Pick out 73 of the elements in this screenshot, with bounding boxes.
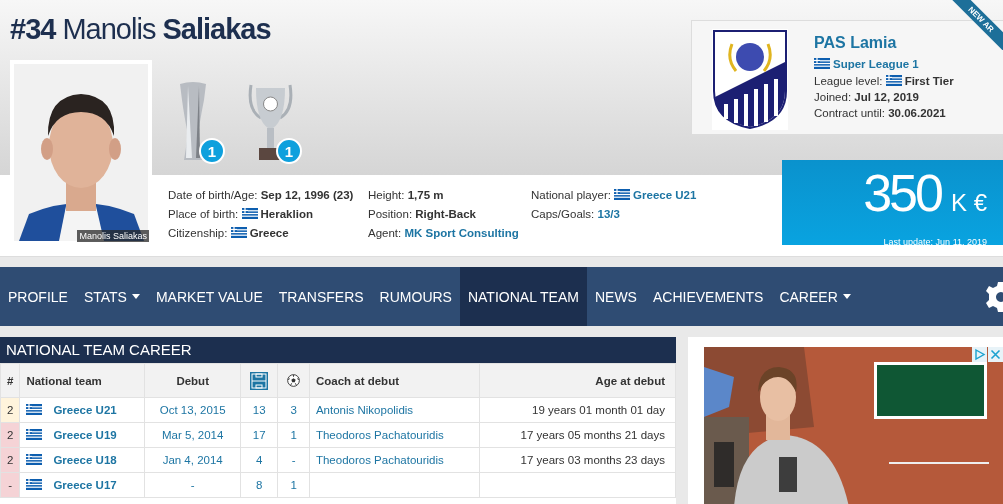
photo-caption: Manolis Saliakas [77, 230, 149, 242]
table-cell: 4 [240, 447, 278, 473]
column-header: Debut [144, 363, 241, 398]
info-field: Height: 1,75 m [368, 187, 531, 203]
table-cell: 17 years 03 months 23 days [479, 447, 676, 473]
flag-icon [26, 404, 43, 415]
table-cell: 13 [240, 397, 278, 423]
info-field: Citizenship: Greece [168, 225, 368, 241]
table-cell: 2 [0, 397, 20, 423]
flag-icon [614, 189, 631, 200]
info-field: National player: Greece U21 [531, 187, 731, 203]
table-cell: 17 years 05 months 21 days [479, 422, 676, 448]
trophy-icon [180, 82, 206, 160]
nav-tab[interactable]: TRANSFERS [270, 267, 372, 326]
club-crest-icon [712, 29, 788, 130]
info-field: Contract until: 30.06.2021 [814, 105, 954, 121]
column-header: Age at debut [479, 363, 676, 398]
flag-icon [26, 479, 43, 490]
ball-icon [287, 374, 301, 388]
flag-icon [26, 454, 43, 465]
market-value: 350 K € [863, 166, 987, 224]
info-field: Date of birth/Age: Sep 12, 1996 (23) [168, 187, 368, 203]
table-cell: 8 [240, 472, 278, 498]
table-cell: 2 [0, 447, 20, 473]
info-field: League level: First Tier [814, 73, 954, 89]
player-name: #34 Manolis Saliakas [10, 13, 272, 47]
table-cell: 1 [277, 422, 310, 448]
table-cell: 2 [0, 422, 20, 448]
table-cell: 17 [240, 422, 278, 448]
table-cell: - [0, 472, 20, 498]
league-link[interactable]: Super League 1 [814, 55, 954, 73]
table-cell: Oct 13, 2015 [144, 397, 241, 423]
coach-link[interactable]: Theodoros Pachatouridis [309, 447, 480, 473]
info-field: Joined: Jul 12, 2019 [814, 89, 954, 105]
club-name[interactable]: PAS Lamia [814, 31, 954, 55]
coach-link[interactable]: Antonis Nikopolidis [309, 397, 480, 423]
nav-tab[interactable]: NEWS [586, 267, 645, 326]
caret-icon [842, 294, 851, 299]
column-header: # [0, 363, 20, 398]
table-cell: 1 [277, 472, 310, 498]
nav-tab[interactable]: ACHIEVEMENTS [644, 267, 772, 326]
close-icon[interactable] [988, 347, 1003, 362]
info-field: Agent: MK Sport Consulting [368, 225, 531, 241]
coach-link[interactable]: Theodoros Pachatouridis [309, 422, 480, 448]
count-badge: 1 [276, 138, 302, 164]
table-cell: 3 [277, 397, 310, 423]
info-field: Place of birth: Heraklion [168, 206, 368, 222]
column-header: National team [19, 363, 145, 398]
table-cell: Mar 5, 2014 [144, 422, 241, 448]
nav-tab[interactable]: RUMOURS [371, 267, 460, 326]
nav-tab[interactable]: MARKET VALUE [147, 267, 271, 326]
pitch-icon [250, 371, 269, 390]
flag-icon [814, 58, 830, 69]
info-field: Caps/Goals: 13/3 [531, 206, 731, 222]
count-badge: 1 [199, 138, 225, 164]
table-cell: Jan 4, 2014 [144, 447, 241, 473]
table-cell: - [277, 447, 310, 473]
last-update: Last update: Jun 11, 2019 [883, 237, 987, 247]
section-title: NATIONAL TEAM CAREER [0, 337, 676, 363]
caret-icon [131, 294, 140, 299]
ad-info-icon[interactable] [972, 347, 987, 362]
flag-icon [885, 75, 902, 86]
table-cell: - [144, 472, 241, 498]
nav-tab[interactable]: STATS [75, 267, 148, 326]
flag-icon [241, 208, 258, 219]
table-cell: 19 years 01 month 01 day [479, 397, 676, 423]
column-header: Coach at debut [309, 363, 480, 398]
nav-tab[interactable]: CAREER [771, 267, 859, 326]
flag-icon [230, 227, 247, 238]
nav-tab[interactable]: PROFILE [0, 267, 76, 326]
info-field: Position: Right-Back [368, 206, 531, 222]
nav-tab[interactable]: NATIONAL TEAM [459, 267, 587, 326]
flag-icon [26, 429, 43, 440]
